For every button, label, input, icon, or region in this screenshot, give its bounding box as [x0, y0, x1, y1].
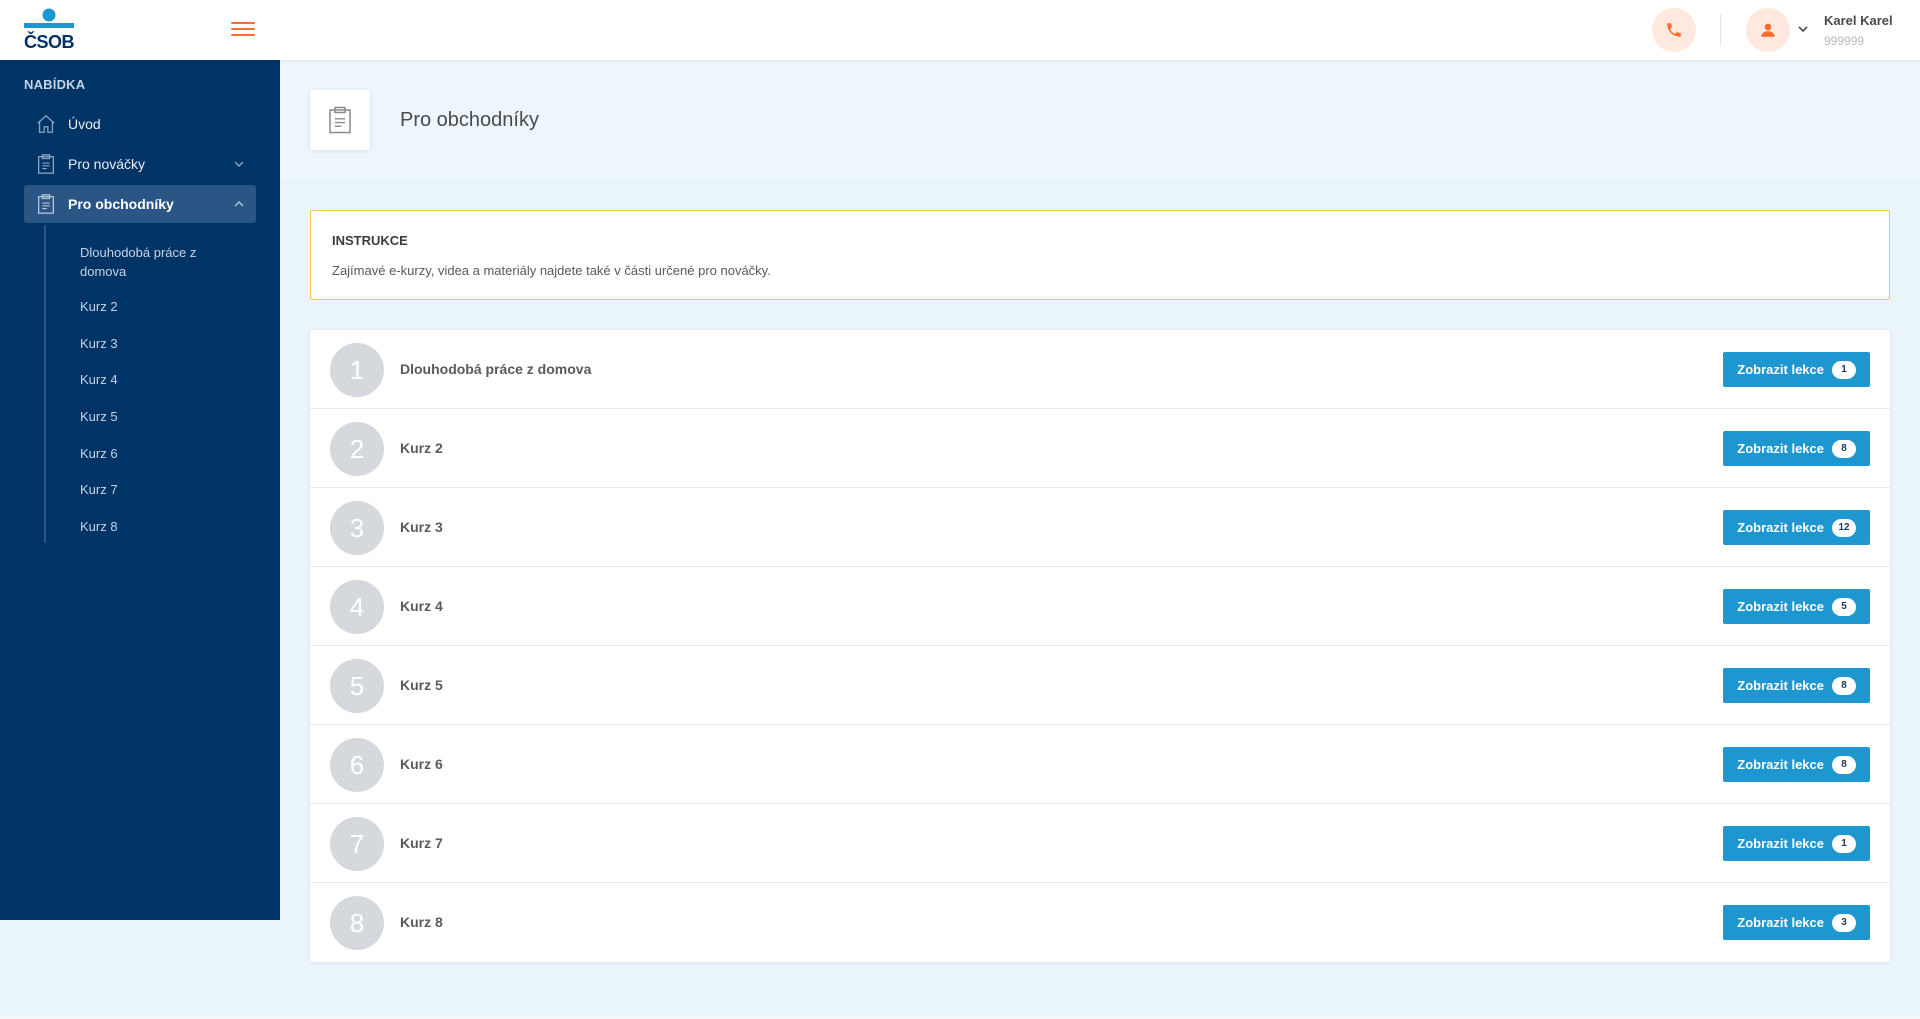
course-row: 5 Kurz 5 Zobrazit lekce 8 — [310, 646, 1890, 725]
sidebar-heading: NABÍDKA — [24, 77, 86, 92]
course-row: 3 Kurz 3 Zobrazit lekce 12 — [310, 488, 1890, 567]
sidebar-item-label: Pro obchodníky — [68, 196, 174, 212]
menu-toggle-button[interactable] — [231, 19, 257, 39]
lesson-count-badge: 8 — [1832, 755, 1856, 774]
header-divider — [1720, 14, 1721, 46]
course-name: Kurz 4 — [400, 598, 443, 614]
course-row: 2 Kurz 2 Zobrazit lekce 8 — [310, 409, 1890, 488]
course-number: 1 — [330, 343, 384, 397]
user-name: Karel Karel — [1824, 13, 1893, 28]
submenu-item-kurz-4[interactable]: Kurz 4 — [80, 370, 230, 389]
course-name: Kurz 3 — [400, 519, 443, 535]
course-number: 8 — [330, 896, 384, 950]
show-lessons-button[interactable]: Zobrazit lekce 8 — [1723, 668, 1870, 703]
lesson-count-badge: 1 — [1832, 360, 1856, 379]
instructions-text: Zajímavé e-kurzy, videa a materiály najd… — [332, 263, 771, 278]
lesson-count-badge: 5 — [1832, 597, 1856, 616]
course-number: 7 — [330, 817, 384, 871]
course-name: Kurz 6 — [400, 756, 443, 772]
page-header: Pro obchodníky — [280, 60, 1920, 180]
logo-text: ČSOB — [23, 32, 75, 52]
show-lessons-button[interactable]: Zobrazit lekce 5 — [1723, 589, 1870, 624]
submenu-item-kurz-6[interactable]: Kurz 6 — [80, 444, 230, 463]
button-label: Zobrazit lekce — [1737, 757, 1824, 772]
chevron-down-icon[interactable] — [1796, 22, 1810, 36]
home-icon — [34, 112, 58, 136]
clipboard-icon — [34, 192, 58, 216]
chevron-down-icon — [234, 161, 244, 167]
course-number: 6 — [330, 738, 384, 792]
hamburger-line — [231, 28, 255, 30]
course-number: 5 — [330, 659, 384, 713]
button-label: Zobrazit lekce — [1737, 520, 1824, 535]
course-row: 1 Dlouhodobá práce z domova Zobrazit lek… — [310, 330, 1890, 409]
show-lessons-button[interactable]: Zobrazit lekce 3 — [1723, 905, 1870, 940]
lesson-count-badge: 3 — [1832, 913, 1856, 932]
show-lessons-button[interactable]: Zobrazit lekce 8 — [1723, 431, 1870, 466]
course-number: 2 — [330, 422, 384, 476]
clipboard-icon — [34, 152, 58, 176]
submenu-item-kurz-7[interactable]: Kurz 7 — [80, 480, 230, 499]
page-title: Pro obchodníky — [400, 109, 539, 131]
button-label: Zobrazit lekce — [1737, 836, 1824, 851]
lesson-count-badge: 12 — [1832, 518, 1856, 537]
phone-button[interactable] — [1652, 8, 1696, 52]
page-footer-strip — [0, 1015, 1920, 1019]
course-row: 6 Kurz 6 Zobrazit lekce 8 — [310, 725, 1890, 804]
lesson-count-badge: 8 — [1832, 676, 1856, 695]
instructions-panel: INSTRUKCE Zajímavé e-kurzy, videa a mate… — [310, 210, 1890, 300]
show-lessons-button[interactable]: Zobrazit lekce 1 — [1723, 826, 1870, 861]
course-name: Kurz 2 — [400, 440, 443, 456]
sidebar-item-pro-obchodniky[interactable]: Pro obchodníky — [24, 185, 256, 223]
lesson-count-badge: 1 — [1832, 834, 1856, 853]
user-id: 999999 — [1824, 34, 1865, 48]
submenu-item-kurz-5[interactable]: Kurz 5 — [80, 407, 230, 426]
course-name: Kurz 5 — [400, 677, 443, 693]
user-avatar[interactable] — [1746, 8, 1790, 52]
course-row: 8 Kurz 8 Zobrazit lekce 3 — [310, 883, 1890, 962]
course-number: 3 — [330, 501, 384, 555]
submenu-item-kurz-3[interactable]: Kurz 3 — [80, 334, 230, 353]
show-lessons-button[interactable]: Zobrazit lekce 12 — [1723, 510, 1870, 545]
button-label: Zobrazit lekce — [1737, 678, 1824, 693]
course-row: 7 Kurz 7 Zobrazit lekce 1 — [310, 804, 1890, 883]
page-icon-box — [310, 90, 370, 150]
csob-logo[interactable]: ČSOB — [22, 8, 76, 52]
lesson-count-badge: 8 — [1832, 439, 1856, 458]
sidebar-item-label: Pro nováčky — [68, 156, 146, 172]
phone-icon — [1667, 23, 1681, 37]
sidebar: NABÍDKA Úvod Pro nováčky Pro obchodníky … — [0, 60, 280, 920]
course-list: 1 Dlouhodobá práce z domova Zobrazit lek… — [310, 330, 1890, 962]
course-name: Kurz 7 — [400, 835, 443, 851]
button-label: Zobrazit lekce — [1737, 441, 1824, 456]
submenu-item-kurz-8[interactable]: Kurz 8 — [80, 517, 230, 536]
instructions-title: INSTRUKCE — [332, 233, 408, 248]
hamburger-line — [231, 22, 255, 24]
sidebar-item-pro-novacky[interactable]: Pro nováčky — [24, 145, 256, 183]
chevron-up-icon — [234, 201, 244, 207]
sidebar-item-label: Úvod — [68, 116, 101, 132]
user-icon — [1761, 23, 1775, 37]
show-lessons-button[interactable]: Zobrazit lekce 1 — [1723, 352, 1870, 387]
button-label: Zobrazit lekce — [1737, 362, 1824, 377]
submenu-pro-obchodniky: Dlouhodobá práce z domova Kurz 2 Kurz 3 … — [44, 225, 244, 543]
course-row: 4 Kurz 4 Zobrazit lekce 5 — [310, 567, 1890, 646]
hamburger-line — [231, 34, 255, 36]
submenu-item-dlouhodoba-prace[interactable]: Dlouhodobá práce z domova — [80, 243, 230, 281]
course-name: Kurz 8 — [400, 914, 443, 930]
submenu-item-kurz-2[interactable]: Kurz 2 — [80, 297, 230, 316]
top-bar: ČSOB Karel Karel 999999 — [0, 0, 1920, 60]
button-label: Zobrazit lekce — [1737, 915, 1824, 930]
course-number: 4 — [330, 580, 384, 634]
csob-logo-mark — [24, 8, 74, 28]
show-lessons-button[interactable]: Zobrazit lekce 8 — [1723, 747, 1870, 782]
clipboard-icon — [329, 106, 351, 134]
button-label: Zobrazit lekce — [1737, 599, 1824, 614]
sidebar-item-uvod[interactable]: Úvod — [24, 105, 256, 143]
course-name: Dlouhodobá práce z domova — [400, 361, 592, 377]
